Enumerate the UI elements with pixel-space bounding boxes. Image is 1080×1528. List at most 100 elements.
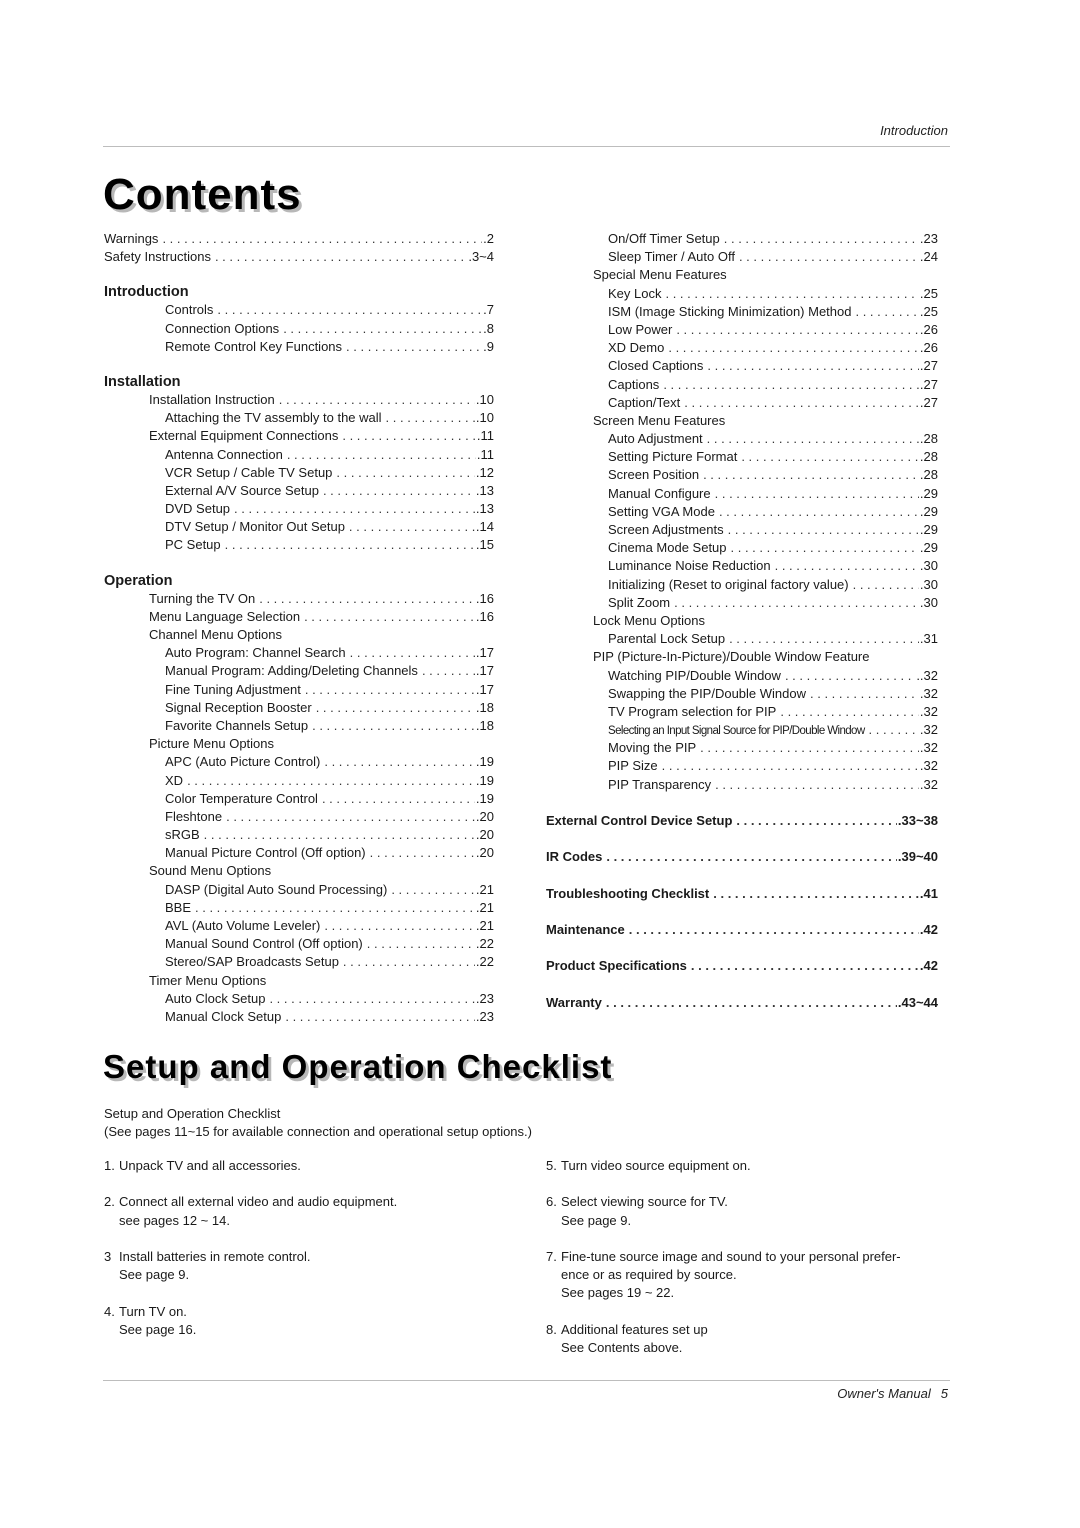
toc-entry[interactable]: XD Demo .26 <box>546 339 938 357</box>
toc-entry[interactable]: sRGB .20 <box>104 826 494 844</box>
checklist-item-text: Unpack TV and all accessories. <box>119 1157 534 1175</box>
toc-entry[interactable]: Low Power .26 <box>546 321 938 339</box>
toc-entry[interactable]: Sleep Timer / Auto Off .24 <box>546 248 938 266</box>
toc-entry[interactable]: PC Setup .15 <box>104 536 494 554</box>
toc-section-heading[interactable]: Installation <box>104 373 494 391</box>
toc-entry[interactable]: Special Menu Features <box>546 266 938 284</box>
checklist-title: Setup and Operation Checklist <box>103 1048 613 1085</box>
footer-divider <box>103 1380 950 1381</box>
toc-major-entry[interactable]: Troubleshooting Checklist .41 <box>546 885 938 903</box>
toc-entry[interactable]: Manual Clock Setup .23 <box>104 1008 494 1026</box>
toc-entry[interactable]: Attaching the TV assembly to the wall .10 <box>104 409 494 427</box>
toc-entry[interactable]: Swapping the PIP/Double Window .32 <box>546 685 938 703</box>
toc-entry[interactable]: Controls .7 <box>104 301 494 319</box>
toc-entry[interactable]: Auto Adjustment .28 <box>546 430 938 448</box>
toc-entry[interactable]: Picture Menu Options <box>104 735 494 753</box>
toc-entry[interactable]: Channel Menu Options <box>104 626 494 644</box>
toc-entry[interactable]: Parental Lock Setup .31 <box>546 630 938 648</box>
checklist-item-line: See page 16. <box>119 1321 197 1337</box>
toc-entry-page: .20 <box>475 845 494 861</box>
toc-entry[interactable]: Manual Picture Control (Off option) .20 <box>104 844 494 862</box>
toc-section-heading[interactable]: Operation <box>104 572 494 590</box>
toc-entry[interactable]: Auto Clock Setup .23 <box>104 990 494 1008</box>
toc-entry[interactable]: APC (Auto Picture Control) .19 <box>104 753 494 771</box>
toc-entry[interactable]: AVL (Auto Volume Leveler) .21 <box>104 917 494 935</box>
toc-entry[interactable]: Manual Program: Adding/Deleting Channels… <box>104 662 494 680</box>
toc-entry-page: .41 <box>919 885 938 901</box>
toc-entry[interactable]: DASP (Digital Auto Sound Processing) .21 <box>104 881 494 899</box>
toc-entry[interactable]: Menu Language Selection .16 <box>104 608 494 626</box>
toc-entry[interactable]: Turning the TV On .16 <box>104 590 494 608</box>
toc-entry-label: DTV Setup / Monitor Out Setup <box>165 519 345 535</box>
toc-entry[interactable]: Stereo/SAP Broadcasts Setup .22 <box>104 953 494 971</box>
toc-entry[interactable]: Lock Menu Options <box>546 612 938 630</box>
toc-entry[interactable]: PIP Transparency .32 <box>546 776 938 794</box>
toc-entry[interactable]: Signal Reception Booster .18 <box>104 699 494 717</box>
toc-entry-page: .32 <box>919 685 938 701</box>
toc-entry[interactable]: Fleshtone .20 <box>104 808 494 826</box>
toc-entry[interactable]: PIP (Picture-In-Picture)/Double Window F… <box>546 648 938 666</box>
toc-entry-page: .21 <box>475 899 494 915</box>
dot-leader <box>713 885 919 903</box>
toc-entry[interactable]: Auto Program: Channel Search .17 <box>104 644 494 662</box>
toc-entry[interactable]: Screen Position .28 <box>546 466 938 484</box>
toc-entry[interactable]: Timer Menu Options <box>104 972 494 990</box>
dot-leader <box>346 338 482 356</box>
toc-entry[interactable]: Safety Instructions .3~4 <box>104 248 494 266</box>
toc-entry[interactable]: Remote Control Key Functions .9 <box>104 338 494 356</box>
dot-leader <box>343 953 475 971</box>
toc-major-entry[interactable]: Maintenance .42 <box>546 921 938 939</box>
toc-entry[interactable]: Moving the PIP .32 <box>546 739 938 757</box>
toc-entry-label: Manual Clock Setup <box>165 1008 282 1024</box>
toc-entry[interactable]: Key Lock .25 <box>546 285 938 303</box>
dot-leader <box>724 230 919 248</box>
toc-entry-label: Troubleshooting Checklist <box>546 885 710 901</box>
toc-entry[interactable]: Watching PIP/Double Window ..32 <box>546 667 938 685</box>
toc-entry[interactable]: On/Off Timer Setup .23 <box>546 230 938 248</box>
toc-entry[interactable]: Fine Tuning Adjustment .17 <box>104 681 494 699</box>
toc-section-heading[interactable]: Introduction <box>104 283 494 301</box>
toc-entry[interactable]: Manual Configure .29 <box>546 485 938 503</box>
toc-entry[interactable]: ISM (Image Sticking Minimization) Method… <box>546 303 938 321</box>
toc-entry[interactable]: Setting Picture Format .28 <box>546 448 938 466</box>
toc-entry[interactable]: Color Temperature Control .19 <box>104 790 494 808</box>
checklist-item-line: Turn TV on. <box>119 1303 187 1319</box>
toc-entry[interactable]: TV Program selection for PIP .32 <box>546 703 938 721</box>
toc-entry-page: .27 <box>919 376 938 392</box>
toc-entry[interactable]: PIP Size .32 <box>546 757 938 775</box>
toc-entry[interactable]: XD .19 <box>104 772 494 790</box>
toc-entry[interactable]: Captions .27 <box>546 376 938 394</box>
toc-entry[interactable]: Closed Captions .27 <box>546 357 938 375</box>
toc-entry[interactable]: Antenna Connection .11 <box>104 446 494 464</box>
toc-entry[interactable]: DTV Setup / Monitor Out Setup .14 <box>104 518 494 536</box>
toc-major-entry[interactable]: Product Specifications .42 <box>546 957 938 975</box>
toc-entry-label: Turning the TV On <box>149 590 256 606</box>
toc-entry[interactable]: DVD Setup .13 <box>104 500 494 518</box>
dot-leader <box>259 590 475 608</box>
toc-entry[interactable]: Screen Menu Features <box>546 412 938 430</box>
toc-major-entry[interactable]: External Control Device Setup .33~38 <box>546 812 938 830</box>
toc-entry[interactable]: Warnings .2 <box>104 230 494 248</box>
toc-entry[interactable]: Installation Instruction .10 <box>104 391 494 409</box>
toc-entry[interactable]: Setting VGA Mode .29 <box>546 503 938 521</box>
toc-entry[interactable]: Split Zoom .30 <box>546 594 938 612</box>
toc-entry[interactable]: Favorite Channels Setup .18 <box>104 717 494 735</box>
toc-entry[interactable]: External Equipment Connections .11 <box>104 427 494 445</box>
toc-entry[interactable]: Connection Options .8 <box>104 320 494 338</box>
toc-entry[interactable]: Luminance Noise Reduction .30 <box>546 557 938 575</box>
checklist-item-number: 1. <box>104 1158 115 1173</box>
toc-entry[interactable]: Screen Adjustments .29 <box>546 521 938 539</box>
toc-entry[interactable]: Sound Menu Options <box>104 862 494 880</box>
toc-entry[interactable]: VCR Setup / Cable TV Setup .12 <box>104 464 494 482</box>
toc-entry[interactable]: Manual Sound Control (Off option) .22 <box>104 935 494 953</box>
toc-entry[interactable]: Initializing (Reset to original factory … <box>546 576 938 594</box>
dot-leader <box>869 721 919 739</box>
toc-entry[interactable]: Cinema Mode Setup .29 <box>546 539 938 557</box>
toc-major-entry[interactable]: Warranty .43~44 <box>546 994 938 1012</box>
toc-entry[interactable]: Caption/Text .27 <box>546 394 938 412</box>
toc-entry[interactable]: Selecting an Input Signal Source for PIP… <box>546 721 938 739</box>
toc-major-entry[interactable]: IR Codes .39~40 <box>546 848 938 866</box>
toc-entry[interactable]: BBE .21 <box>104 899 494 917</box>
toc-entry[interactable]: External A/V Source Setup .13 <box>104 482 494 500</box>
dot-leader <box>283 320 482 338</box>
